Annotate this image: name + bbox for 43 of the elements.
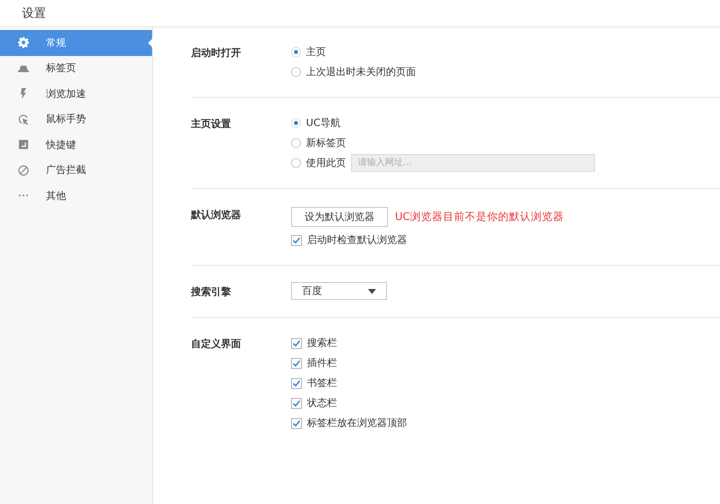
radio-button[interactable]	[291, 67, 301, 77]
sidebar-item[interactable]: 鼠标手势	[0, 106, 152, 132]
sidebar-item[interactable]: 标签页	[0, 56, 152, 81]
block-icon	[18, 164, 29, 176]
warning-text: UC浏览器目前不是你的默认浏览器	[395, 210, 564, 224]
option-label: 插件栏	[307, 356, 337, 370]
bolt-icon	[18, 88, 29, 100]
checkbox[interactable]	[291, 418, 302, 428]
radio-button[interactable]	[291, 118, 301, 128]
option-label: 书签栏	[307, 376, 337, 390]
option-label: 新标签页	[306, 136, 346, 150]
section-label: 搜索引擎	[191, 286, 232, 299]
option-label: 使用此页	[306, 156, 346, 170]
set-default-button[interactable]: 设为默认浏览器	[291, 207, 388, 227]
option-label: 搜索栏	[307, 336, 337, 350]
option-label: 上次退出时未关闭的页面	[306, 66, 416, 79]
keyboard-icon	[18, 139, 29, 150]
sidebar-item[interactable]: 其他	[0, 183, 152, 208]
search-engine-dropdown[interactable]: 百度	[291, 282, 387, 300]
option-label: 启动时检查默认浏览器	[307, 234, 407, 247]
section-label: 启动时打开	[191, 46, 242, 61]
radio-button[interactable]	[291, 47, 301, 57]
sidebar-item[interactable]: 浏览加速	[0, 81, 152, 106]
checkbox[interactable]	[291, 358, 302, 368]
caret-icon	[368, 288, 376, 294]
section-label: 主页设置	[191, 117, 232, 132]
section-label: 自定义界面	[191, 337, 242, 352]
option-label: UC导航	[306, 116, 340, 130]
sidebar-item[interactable]: 快捷键	[0, 132, 152, 158]
section-label: 默认浏览器	[191, 208, 242, 223]
option-label: 标签栏放在浏览器顶部	[307, 416, 407, 430]
sidebar-item[interactable]: 广告拦截	[0, 158, 152, 183]
gear-icon	[18, 37, 29, 48]
cursor-icon	[18, 114, 29, 125]
radio-button[interactable]	[291, 138, 301, 148]
radio-button[interactable]	[291, 158, 301, 168]
checkbox[interactable]	[291, 378, 302, 388]
window-title: 设置	[22, 4, 46, 22]
option-label: 状态栏	[307, 396, 337, 410]
checkbox[interactable]	[291, 398, 302, 408]
option-label: 主页	[306, 46, 326, 59]
checkbox[interactable]	[291, 234, 302, 246]
checkbox[interactable]	[291, 338, 302, 348]
